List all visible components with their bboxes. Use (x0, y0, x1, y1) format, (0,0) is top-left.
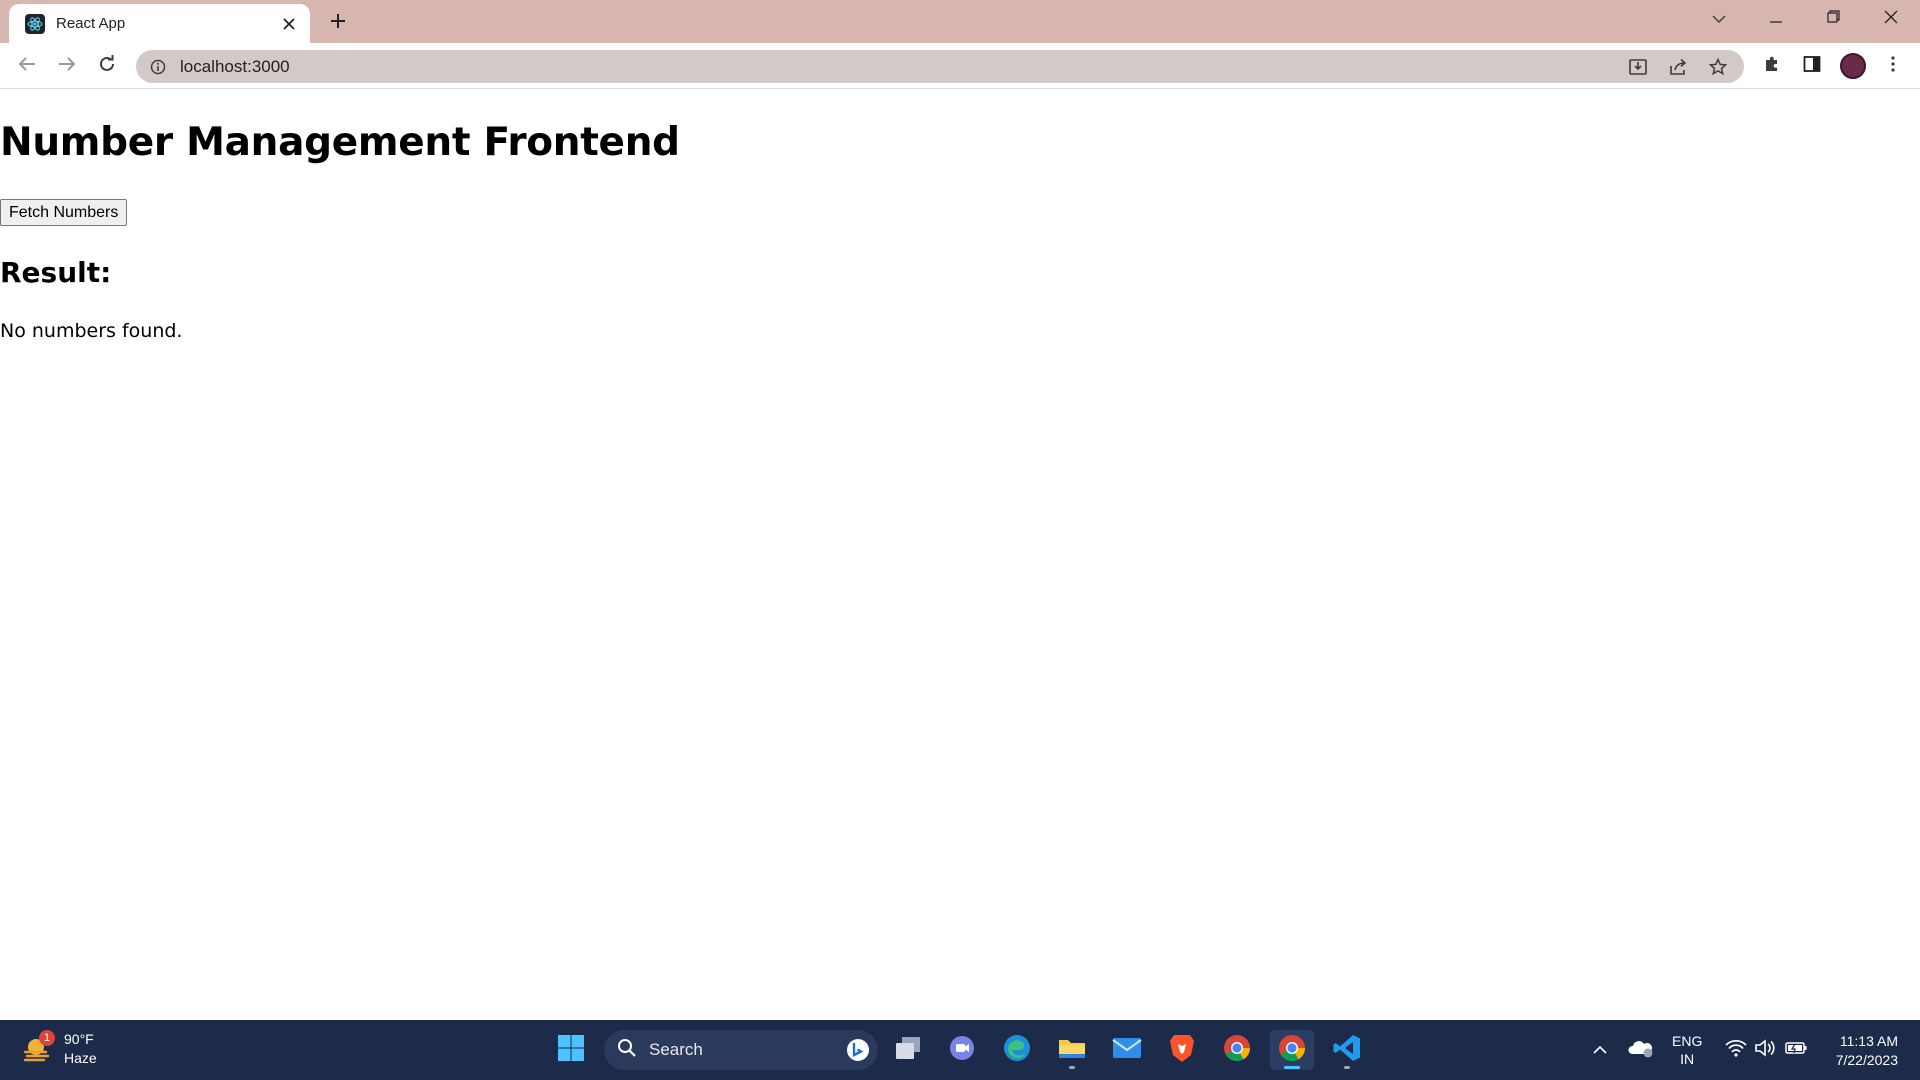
weather-condition: Haze (64, 1050, 97, 1066)
tab-search-button[interactable] (1690, 0, 1748, 38)
vscode-icon (1332, 1033, 1362, 1068)
active-indicator (1284, 1066, 1300, 1069)
battery-charging-icon (1785, 1041, 1807, 1060)
page-title: Number Management Frontend (0, 120, 680, 165)
haze-weather-icon: 1 (22, 1030, 55, 1064)
info-icon[interactable] (148, 57, 168, 77)
brave-lion-icon (1169, 1033, 1195, 1068)
weather-text: 90°F Haze (64, 1030, 97, 1068)
windows-taskbar: 1 90°F Haze Search ENG IN 11:13 AM 7/22/… (0, 1020, 1920, 1080)
reload-button[interactable] (91, 50, 123, 82)
chevron-down-icon (1712, 10, 1726, 28)
side-panel-icon (1803, 55, 1821, 78)
browser-menu-button[interactable] (1877, 50, 1909, 82)
chrome-icon (1222, 1033, 1252, 1068)
tab-react-app[interactable]: React App (9, 4, 310, 43)
puzzle-icon (1763, 55, 1781, 78)
arrow-right-icon (58, 56, 76, 77)
edge-button[interactable] (995, 1030, 1039, 1070)
vscode-button[interactable] (1325, 1030, 1369, 1070)
address-bar[interactable]: localhost:3000 (136, 50, 1744, 83)
react-logo-icon (25, 13, 45, 34)
browser-chrome: React App localhost:3000 (0, 0, 1920, 89)
bing-icon[interactable] (846, 1038, 870, 1067)
page-content: Number Management Frontend Fetch Numbers… (0, 90, 1920, 1020)
minimize-icon (1770, 10, 1782, 28)
back-button[interactable] (11, 50, 43, 82)
mail-icon (1112, 1036, 1142, 1065)
restore-button[interactable] (1804, 0, 1862, 38)
system-clock[interactable]: 11:13 AM 7/22/2023 (1818, 1032, 1898, 1070)
close-icon (1884, 10, 1898, 29)
taskbar-search[interactable]: Search (604, 1030, 878, 1070)
running-indicator (1344, 1066, 1350, 1069)
task-view-icon (894, 1035, 922, 1066)
weather-temperature: 90°F (64, 1031, 94, 1047)
address-bar-actions (1622, 53, 1734, 81)
install-icon[interactable] (1622, 53, 1654, 81)
arrow-left-icon (18, 56, 36, 77)
weather-widget[interactable]: 1 90°F Haze (22, 1030, 97, 1068)
network-button[interactable] (1722, 1030, 1750, 1070)
language-code: ENG (1672, 1033, 1703, 1049)
result-heading: Result: (0, 256, 112, 289)
search-icon (617, 1038, 637, 1063)
star-icon[interactable] (1702, 53, 1734, 81)
teams-chat-button[interactable] (940, 1030, 984, 1070)
windows-logo-icon (557, 1034, 585, 1067)
extensions-button[interactable] (1756, 50, 1788, 82)
tab-strip: React App (0, 0, 1920, 43)
edge-icon (1002, 1033, 1032, 1068)
onedrive-sync-icon (1628, 1038, 1654, 1063)
clock-date: 7/22/2023 (1835, 1052, 1898, 1068)
brave-button[interactable] (1160, 1030, 1204, 1070)
clock-time: 11:13 AM (1839, 1033, 1898, 1049)
language-indicator[interactable]: ENG IN (1672, 1032, 1702, 1068)
running-indicator (1069, 1066, 1075, 1069)
tab-title: React App (56, 15, 126, 32)
share-icon[interactable] (1662, 53, 1694, 81)
profile-button[interactable] (1837, 50, 1869, 82)
plus-icon (330, 13, 346, 34)
task-view-button[interactable] (886, 1030, 930, 1070)
restore-icon (1826, 10, 1840, 28)
reload-icon (98, 54, 116, 78)
speaker-icon (1754, 1038, 1776, 1062)
teams-chat-icon (948, 1034, 976, 1067)
volume-button[interactable] (1751, 1030, 1779, 1070)
close-icon[interactable] (278, 13, 300, 35)
search-label: Search (649, 1040, 703, 1059)
battery-button[interactable] (1781, 1030, 1811, 1070)
minimize-button[interactable] (1747, 0, 1805, 38)
chrome-active-button[interactable] (1270, 1030, 1314, 1070)
wifi-icon (1725, 1039, 1747, 1062)
avatar (1840, 53, 1866, 79)
onedrive-button[interactable] (1626, 1030, 1656, 1070)
show-hidden-icons-button[interactable] (1588, 1030, 1612, 1070)
result-text: No numbers found. (0, 320, 183, 342)
folder-icon (1057, 1034, 1087, 1067)
side-panel-button[interactable] (1796, 50, 1828, 82)
kebab-menu-icon (1891, 55, 1895, 77)
browser-toolbar: localhost:3000 (0, 43, 1920, 89)
chrome-icon (1277, 1033, 1307, 1068)
weather-badge: 1 (39, 1030, 55, 1046)
new-tab-button[interactable] (324, 9, 352, 37)
start-button[interactable] (549, 1030, 593, 1070)
file-explorer-button[interactable] (1050, 1030, 1094, 1070)
language-region: IN (1680, 1051, 1695, 1067)
fetch-numbers-button[interactable]: Fetch Numbers (0, 199, 128, 226)
chevron-up-icon (1593, 1041, 1607, 1059)
url-text[interactable]: localhost:3000 (180, 57, 290, 77)
close-window-button[interactable] (1862, 0, 1920, 38)
mail-button[interactable] (1105, 1030, 1149, 1070)
chrome-button[interactable] (1215, 1030, 1259, 1070)
forward-button[interactable] (51, 50, 83, 82)
